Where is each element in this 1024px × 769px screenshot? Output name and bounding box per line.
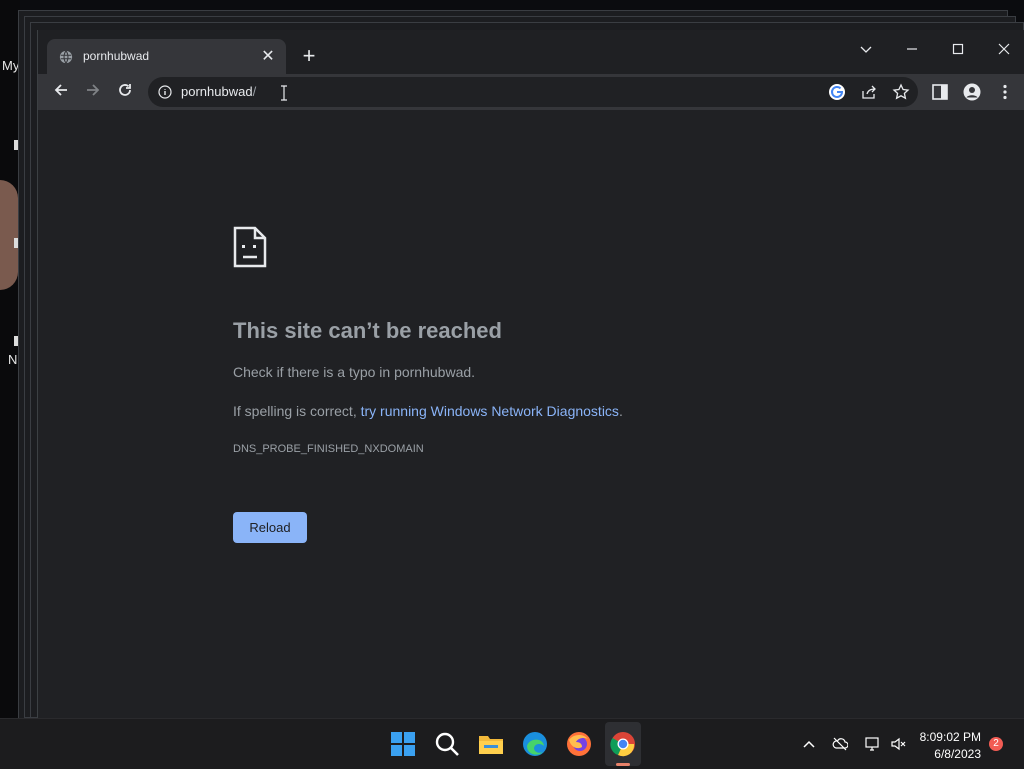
menu-kebab-icon[interactable]: [996, 83, 1014, 101]
taskbar: 8:09:02 PM 6/8/2023 2: [0, 718, 1024, 769]
address-host: pornhubwad: [181, 84, 253, 99]
chevron-down-icon: [860, 46, 872, 53]
desktop-icon-label[interactable]: N: [8, 352, 17, 367]
google-lens-icon[interactable]: [828, 83, 846, 101]
tab-active[interactable]: pornhubwad ✕: [47, 39, 286, 75]
diagnostics-suffix: .: [618, 403, 623, 419]
maximize-button[interactable]: [943, 36, 973, 64]
desktop-icon-label[interactable]: My: [2, 58, 19, 73]
volume-muted-icon[interactable]: [890, 736, 906, 752]
tab-search-button[interactable]: [851, 36, 881, 64]
diagnostics-hint: If spelling is correct, try running Wind…: [233, 403, 623, 419]
search-icon[interactable]: [434, 731, 460, 757]
tab-title: pornhubwad: [83, 49, 150, 63]
edge-browser-icon[interactable]: [522, 731, 548, 757]
sad-document-icon: [233, 226, 267, 268]
title-bar: pornhubwad ✕ +: [38, 30, 1024, 75]
address-bar[interactable]: pornhubwad/: [148, 77, 918, 107]
onedrive-cloud-icon[interactable]: [832, 736, 848, 752]
forward-button[interactable]: [80, 79, 106, 105]
chrome-icon[interactable]: [610, 731, 636, 757]
active-app-indicator: [616, 763, 630, 766]
side-panel-icon[interactable]: [931, 83, 949, 101]
minimize-icon: [907, 48, 917, 50]
clock-time: 8:09:02 PM: [919, 730, 981, 744]
windows-start-icon[interactable]: [390, 731, 416, 757]
diagnostics-prefix: If spelling is correct,: [233, 403, 361, 419]
refresh-icon: [119, 84, 131, 96]
close-icon: [998, 43, 1010, 55]
arrow-right-icon: [87, 84, 100, 96]
chevron-up-icon[interactable]: [801, 736, 817, 752]
profile-avatar-icon[interactable]: [963, 83, 981, 101]
error-title: This site can’t be reached: [233, 318, 502, 343]
file-explorer-icon[interactable]: [478, 731, 504, 757]
share-icon[interactable]: [860, 83, 878, 101]
reload-button[interactable]: Reload: [233, 512, 307, 543]
address-path: /: [252, 84, 257, 99]
address-text[interactable]: pornhubwad/: [181, 84, 256, 99]
arrow-left-icon: [54, 84, 67, 96]
globe-icon: [59, 50, 73, 64]
clock-date: 6/8/2023: [934, 747, 981, 761]
toolbar: pornhubwad/: [38, 74, 1024, 110]
desktop-wallpaper-fragment: [0, 180, 18, 290]
tab-close-button[interactable]: ✕: [258, 47, 278, 67]
back-button[interactable]: [48, 79, 74, 105]
error-code: DNS_PROBE_FINISHED_NXDOMAIN: [233, 443, 424, 455]
close-window-button[interactable]: [989, 36, 1019, 64]
diagnostics-link[interactable]: try running Windows Network Diagnostics: [361, 403, 619, 419]
notification-badge[interactable]: 2: [989, 737, 1003, 751]
network-icon[interactable]: [864, 736, 880, 752]
text-cursor-icon: [281, 85, 287, 101]
typo-hint: Check if there is a typo in pornhubwad.: [233, 364, 476, 380]
minimize-button[interactable]: [897, 36, 927, 64]
reload-toolbar-button[interactable]: [112, 79, 138, 105]
new-tab-button[interactable]: +: [296, 43, 322, 69]
firefox-icon[interactable]: [566, 731, 592, 757]
error-page: This site can’t be reached Check if ther…: [38, 110, 1024, 718]
bookmark-star-icon[interactable]: [892, 83, 910, 101]
info-icon[interactable]: [158, 85, 172, 99]
browser-window: pornhubwad ✕ + pornhubwad/ This site can…: [37, 30, 1024, 718]
maximize-icon: [952, 43, 964, 55]
